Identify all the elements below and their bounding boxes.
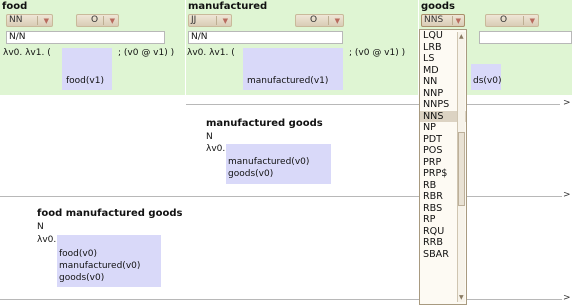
- syntax-field[interactable]: N/N: [188, 31, 343, 44]
- scroll-down-icon[interactable]: ▼: [459, 294, 464, 301]
- word-title: food: [2, 1, 28, 12]
- lambda-text: λv0. λv1. (: [187, 48, 235, 58]
- expand-chevron-icon[interactable]: >: [563, 98, 571, 108]
- chevron-down-icon: ▼: [334, 17, 340, 25]
- pos-tag-select[interactable]: JJ ▼: [188, 14, 232, 27]
- chevron-down-icon: ▼: [529, 17, 535, 25]
- chevron-down-icon: ▼: [109, 17, 115, 25]
- predicate-box: manufactured(v1): [243, 48, 343, 90]
- predicate-box: food(v1): [62, 48, 112, 90]
- predicate-box: ds(v0): [471, 64, 501, 90]
- expand-chevron-icon[interactable]: >: [563, 190, 571, 200]
- word-title: manufactured: [188, 1, 268, 12]
- pos-tag-select[interactable]: NNS ▼: [421, 14, 465, 27]
- category-value: O: [310, 15, 318, 25]
- predicate-line: manufactured(v0): [59, 261, 141, 271]
- select-divider: [452, 16, 453, 25]
- chevron-down-icon: ▼: [455, 17, 461, 25]
- select-divider: [37, 16, 38, 25]
- select-divider: [328, 16, 329, 25]
- result-title: manufactured goods: [206, 118, 323, 129]
- predicate-line: goods(v0): [59, 273, 105, 283]
- category-select[interactable]: O ▼: [485, 14, 539, 27]
- lambda-suffix: ; (v0 @ v1) ): [118, 48, 175, 58]
- result-lambda: λv0.: [206, 144, 226, 154]
- predicate-line: food(v0): [59, 249, 97, 259]
- pos-tag-value: JJ: [191, 15, 197, 25]
- select-divider: [216, 16, 217, 25]
- chevron-down-icon: ▼: [43, 17, 49, 25]
- result-lambda: λv0.: [37, 235, 57, 245]
- word-title: goods: [421, 1, 456, 12]
- predicate-line: manufactured(v0): [228, 157, 310, 167]
- result-category: N: [206, 132, 213, 142]
- pos-tag-value: NNS: [424, 15, 444, 25]
- word-column-manufactured: manufactured JJ ▼ O ▼ N/N λv0. λv1. ( ma…: [186, 0, 418, 95]
- result-predicates: food(v0) manufactured(v0) goods(v0): [57, 235, 161, 287]
- syntax-field[interactable]: [479, 31, 572, 44]
- result-category: N: [37, 222, 44, 232]
- scrollbar-thumb[interactable]: [458, 132, 465, 206]
- lambda-text: λv0. λv1. (: [3, 48, 51, 58]
- category-select[interactable]: O ▼: [295, 14, 344, 27]
- expand-chevron-icon[interactable]: >: [563, 293, 571, 303]
- divider: [0, 196, 562, 197]
- word-column-food: food NN ▼ O ▼ N/N λv0. λv1. ( food(v1) ;…: [0, 0, 185, 95]
- pos-tag-value: NN: [9, 15, 23, 25]
- result-title: food manufactured goods: [37, 208, 183, 219]
- category-value: O: [500, 15, 508, 25]
- result-predicates: manufactured(v0) goods(v0): [226, 144, 331, 184]
- syntax-field[interactable]: N/N: [6, 31, 165, 44]
- lambda-suffix: ; (v0 @ v1) ): [349, 48, 406, 58]
- predicate-line: goods(v0): [228, 169, 274, 179]
- divider: [186, 104, 560, 105]
- select-divider: [103, 16, 104, 25]
- category-value: O: [91, 15, 99, 25]
- chevron-down-icon: ▼: [222, 17, 228, 25]
- scroll-up-icon[interactable]: ▲: [459, 33, 464, 40]
- pos-tag-select[interactable]: NN ▼: [6, 14, 53, 27]
- pos-tag-dropdown-list[interactable]: LQU LRB LS MD NN NNP NNPS NNS NP PDT POS PRP PRP$ RB R…: [419, 29, 467, 305]
- category-select[interactable]: O ▼: [76, 14, 119, 27]
- dropdown-scrollbar[interactable]: ▲ ▼: [457, 32, 465, 302]
- divider: [0, 299, 562, 300]
- select-divider: [523, 16, 524, 25]
